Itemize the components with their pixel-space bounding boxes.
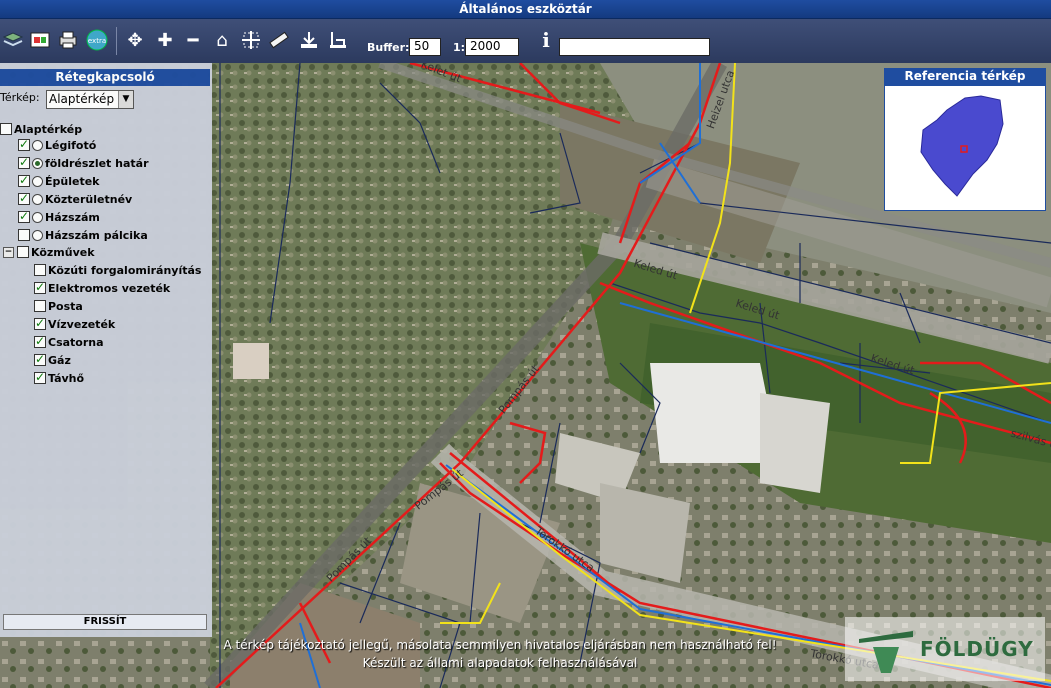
layer-checkbox[interactable]: [18, 137, 30, 151]
layer-label: Közterületnév: [45, 192, 133, 206]
layer-item-epuletek[interactable]: Épületek: [18, 173, 99, 189]
zoom-out-icon[interactable]: ━: [180, 27, 206, 53]
layer-checkbox[interactable]: [17, 246, 29, 258]
logo-text: FÖLDÜGY: [920, 637, 1034, 661]
layer-radio[interactable]: [32, 193, 43, 205]
layer-checkbox[interactable]: [34, 264, 46, 276]
layer-checkbox[interactable]: [34, 352, 46, 366]
layer-label: Vízvezeték: [48, 317, 116, 331]
layer-item-posta[interactable]: Posta: [34, 298, 83, 314]
svg-text:extra: extra: [88, 37, 106, 45]
zoom-box-icon[interactable]: [238, 27, 264, 53]
map-legend-icon[interactable]: [27, 27, 53, 53]
map-disclaimer: A térkép tájékoztató jellegű, másolata s…: [210, 636, 790, 672]
layer-item-gaz[interactable]: Gáz: [34, 352, 71, 368]
layer-checkbox[interactable]: [34, 334, 46, 348]
layer-radio[interactable]: [32, 211, 43, 223]
refresh-button[interactable]: FRISSÍT: [3, 614, 207, 630]
zoom-in-icon[interactable]: ✚: [152, 27, 178, 53]
identify-icon[interactable]: [296, 27, 322, 53]
main-toolbar: extra ✥ ✚ ━ ⌂ Buffer: 50 1: 2000 i: [0, 19, 1051, 63]
layer-label: Légifotó: [45, 138, 97, 152]
scale-label: 1:: [453, 41, 466, 54]
map-select[interactable]: Alaptérkép ▼: [46, 90, 134, 109]
collapse-icon[interactable]: −: [3, 246, 14, 258]
reference-map-title: Referencia térkép: [884, 68, 1046, 85]
layer-radio[interactable]: [32, 175, 43, 187]
pan-icon[interactable]: ✥: [122, 27, 148, 53]
layer-item-foldreszlet[interactable]: földrészlet határ: [18, 155, 149, 171]
layer-item-csatorna[interactable]: Csatorna: [34, 334, 104, 350]
map-select-value: Alaptérkép: [49, 92, 115, 106]
layer-label: Távhő: [48, 371, 85, 385]
layer-label: Közúti forgalomirányítás: [48, 263, 202, 277]
foldugy-logo: FÖLDÜGY: [845, 617, 1045, 681]
layer-checkbox[interactable]: [34, 280, 46, 294]
layer-checkbox[interactable]: [18, 155, 30, 169]
layer-radio[interactable]: [32, 157, 43, 169]
layer-item-elektromos[interactable]: Elektromos vezeték: [34, 280, 170, 296]
layer-label: földrészlet határ: [45, 156, 149, 170]
layer-checkbox[interactable]: [18, 229, 30, 241]
layer-item-legifoto[interactable]: Légifotó: [18, 137, 96, 153]
print-icon[interactable]: [55, 27, 81, 53]
layer-label: Épületek: [45, 174, 100, 188]
layer-panel: Rétegkapcsoló Térkép: Alaptérkép ▼ Alapt…: [0, 63, 212, 637]
layer-checkbox[interactable]: [34, 316, 46, 330]
measure-icon[interactable]: [266, 27, 292, 53]
buffer-input[interactable]: 50: [409, 38, 441, 56]
layer-radio[interactable]: [32, 229, 43, 241]
reference-map[interactable]: [884, 85, 1046, 211]
layer-item-vizvezetek[interactable]: Vízvezeték: [34, 316, 115, 332]
layer-label: Közművek: [31, 245, 95, 259]
disclaimer-line-1: A térkép tájékoztató jellegű, másolata s…: [223, 638, 777, 652]
select-icon[interactable]: [325, 27, 351, 53]
search-input[interactable]: [559, 38, 710, 56]
layers-icon[interactable]: [0, 27, 26, 53]
layer-group-alapterkep[interactable]: Alaptérkép: [0, 121, 82, 137]
layer-item-hazszam-palcika[interactable]: Házszám pálcika: [18, 227, 148, 243]
layer-item-kozuti[interactable]: Közúti forgalomirányítás: [34, 262, 201, 278]
layer-label: Gáz: [48, 353, 71, 367]
layer-label: Elektromos vezeték: [48, 281, 171, 295]
layer-label: Házszám: [45, 210, 100, 224]
buffer-label: Buffer:: [367, 41, 410, 54]
layer-item-hazszam[interactable]: Házszám: [18, 209, 100, 225]
layer-radio[interactable]: [32, 139, 43, 151]
layer-checkbox[interactable]: [18, 209, 30, 223]
info-icon[interactable]: i: [533, 27, 559, 53]
chevron-down-icon: ▼: [118, 91, 133, 108]
layer-group-kozmuvek[interactable]: − Közművek: [3, 244, 95, 260]
extra-icon[interactable]: extra: [84, 27, 110, 53]
layer-item-kozteruletnev[interactable]: Közterületnév: [18, 191, 132, 207]
layer-label: Posta: [48, 299, 83, 313]
map-select-label: Térkép:: [0, 91, 40, 104]
window-title: Általános eszköztár: [0, 0, 1051, 19]
layer-checkbox[interactable]: [18, 191, 30, 205]
layer-label: Alaptérkép: [14, 122, 83, 136]
layer-label: Házszám pálcika: [45, 228, 148, 242]
layer-panel-title: Rétegkapcsoló: [0, 69, 210, 86]
layer-checkbox[interactable]: [0, 123, 12, 135]
home-icon[interactable]: ⌂: [209, 27, 235, 53]
layer-item-tavho[interactable]: Távhő: [34, 370, 84, 386]
layer-label: Csatorna: [48, 335, 104, 349]
disclaimer-line-2: Készült az állami alapadatok felhasználá…: [362, 656, 638, 670]
layer-checkbox[interactable]: [18, 173, 30, 187]
layer-checkbox[interactable]: [34, 370, 46, 384]
layer-checkbox[interactable]: [34, 300, 46, 312]
scale-input[interactable]: 2000: [465, 38, 519, 56]
